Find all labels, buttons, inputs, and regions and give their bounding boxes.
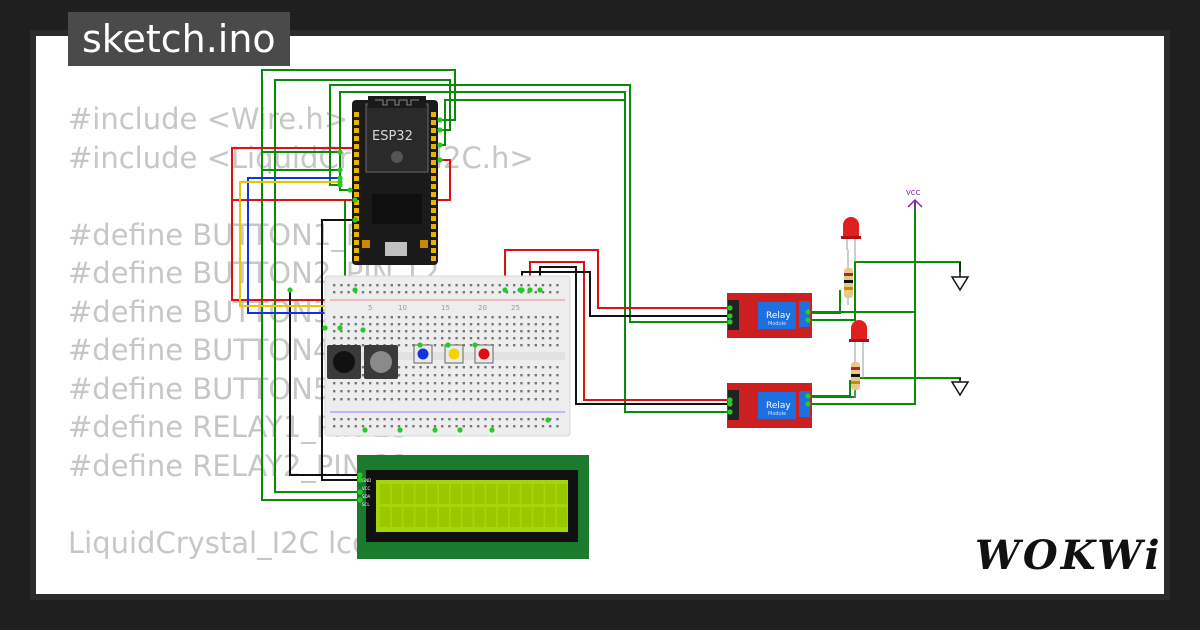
breadboard-number: 5: [368, 304, 372, 312]
pushbutton-blue[interactable]: [413, 344, 433, 364]
relay-title: Relay: [766, 401, 791, 411]
relay-module-1[interactable]: Relay Module: [727, 293, 812, 338]
relay-title: Relay: [766, 311, 791, 321]
wire-green[interactable]: [808, 202, 916, 313]
pushbutton-yellow[interactable]: [444, 344, 464, 364]
wokwi-logo: WOKWi: [975, 532, 1163, 579]
relay-subtitle: Module: [768, 411, 786, 417]
breadboard-number: 20: [478, 304, 487, 312]
relay-module-2[interactable]: Relay Module: [727, 383, 812, 428]
relay-subtitle: Module: [768, 321, 786, 327]
wire-green[interactable]: [808, 377, 961, 398]
pushbutton-black[interactable]: [327, 345, 361, 379]
led-1[interactable]: [841, 217, 861, 262]
breadboard-number: 25: [511, 304, 520, 312]
esp32-label: ESP32: [372, 129, 413, 144]
lcd-pin-label: GND: [362, 478, 371, 483]
wire-green[interactable]: [808, 290, 841, 314]
resistor-1[interactable]: [844, 250, 853, 305]
ground-symbol[interactable]: [950, 262, 970, 292]
vcc-label: VCC: [906, 189, 921, 197]
lcd-display[interactable]: GND VCC SDA SCL: [357, 455, 589, 559]
breadboard-number: 15: [441, 304, 450, 312]
lcd-pin-label: SDA: [362, 494, 371, 499]
breadboard-number: 10: [398, 304, 407, 312]
pushbutton-gray[interactable]: [364, 345, 398, 379]
ground-symbol[interactable]: [950, 378, 970, 397]
resistor-2[interactable]: [851, 357, 860, 398]
wire-green[interactable]: [440, 99, 625, 146]
lcd-pin-label: VCC: [362, 486, 371, 491]
lcd-pin-label: SCL: [362, 502, 370, 507]
esp32-board[interactable]: ESP32: [352, 96, 438, 265]
wire-green[interactable]: [808, 380, 851, 397]
pushbutton-red[interactable]: [474, 344, 494, 364]
